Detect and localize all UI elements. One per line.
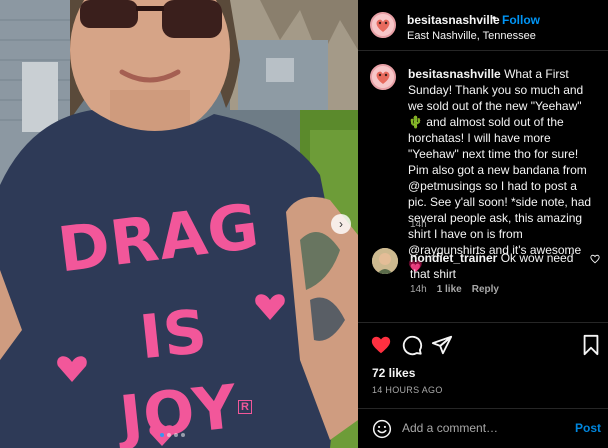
carousel-dot — [174, 433, 178, 437]
smiley-icon[interactable] — [372, 419, 392, 439]
divider — [358, 408, 608, 409]
shirt-text-line-2: IS — [136, 296, 212, 374]
caption-author-avatar[interactable] — [370, 64, 396, 90]
comment-time: 14h — [410, 284, 427, 295]
comment-reply-button[interactable]: Reply — [472, 284, 499, 295]
carousel-dot — [160, 433, 164, 437]
comment-body: nondiet_trainer Ok wow need that shirt — [410, 250, 586, 282]
caption-time: 14h — [410, 219, 427, 230]
heart-filled-icon[interactable] — [370, 334, 392, 356]
separator-dot: • — [492, 11, 497, 25]
add-comment-input[interactable] — [402, 419, 567, 437]
chevron-right-icon: › — [339, 217, 343, 231]
comment-meta: 14h 1 like Reply — [410, 284, 499, 295]
bookmark-icon[interactable] — [580, 334, 602, 356]
action-bar — [370, 334, 600, 358]
posted-time[interactable]: 14 HOURS AGO — [372, 385, 443, 395]
comment-username[interactable]: nondiet_trainer — [410, 251, 497, 265]
comment-likes[interactable]: 1 like — [437, 284, 462, 295]
author-username[interactable]: besitasnashville — [407, 13, 500, 27]
post-photo[interactable]: DRAG IS JOY R › — [0, 0, 358, 448]
heart-outline-icon[interactable] — [590, 254, 600, 264]
author-avatar[interactable] — [370, 12, 396, 38]
shirt-registered-mark: R — [238, 400, 252, 414]
post-comment-button[interactable]: Post — [575, 421, 601, 435]
carousel-dot — [167, 433, 171, 437]
carousel-dot — [181, 433, 185, 437]
avatar-photo — [372, 248, 398, 274]
comment-item: nondiet_trainer Ok wow need that shirt 1… — [372, 248, 600, 298]
divider — [358, 322, 608, 323]
caption-username[interactable]: besitasnashville — [408, 67, 501, 81]
likes-count[interactable]: 72 likes — [372, 366, 415, 380]
caption-text: What a First Sunday! Thank you so much a… — [408, 67, 592, 273]
instagram-post: DRAG IS JOY R › besitasnashville • Follo… — [0, 0, 608, 448]
follow-button[interactable]: Follow — [502, 13, 540, 27]
carousel-indicator — [160, 433, 185, 437]
carousel-next-button[interactable]: › — [331, 214, 351, 234]
post-location[interactable]: East Nashville, Tennessee — [407, 30, 536, 42]
comment-bubble-icon[interactable] — [401, 334, 423, 356]
brand-logo-icon — [372, 66, 394, 88]
brand-logo-icon — [372, 14, 394, 36]
paper-plane-icon[interactable] — [431, 334, 453, 356]
commenter-avatar[interactable] — [372, 248, 398, 274]
caption-block: besitasnashville What a First Sunday! Th… — [408, 66, 598, 274]
